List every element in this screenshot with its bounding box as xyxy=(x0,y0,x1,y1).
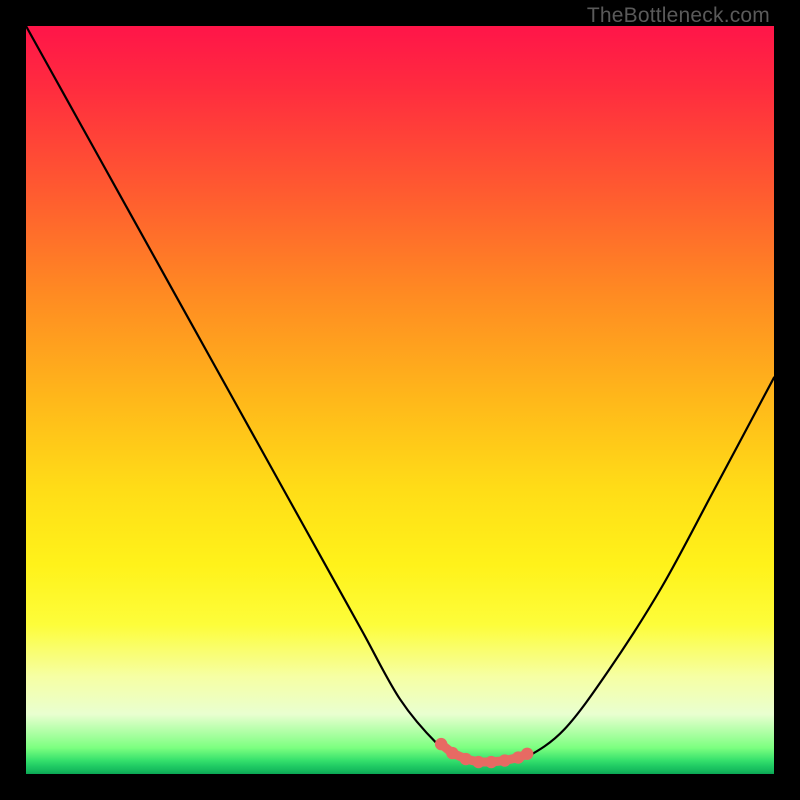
plot-area xyxy=(26,26,774,774)
valley-marker-dot xyxy=(472,756,484,768)
valley-markers xyxy=(435,738,533,768)
valley-marker-dot xyxy=(460,753,472,765)
valley-marker-dot xyxy=(499,754,511,766)
valley-marker-dot xyxy=(485,756,497,768)
chart-frame: TheBottleneck.com xyxy=(0,0,800,800)
watermark-text: TheBottleneck.com xyxy=(587,4,770,28)
valley-marker-dot xyxy=(521,748,533,760)
valley-marker-dot xyxy=(435,738,447,750)
valley-marker-dot xyxy=(446,747,458,759)
bottleneck-curve xyxy=(26,26,774,763)
curve-layer xyxy=(26,26,774,774)
